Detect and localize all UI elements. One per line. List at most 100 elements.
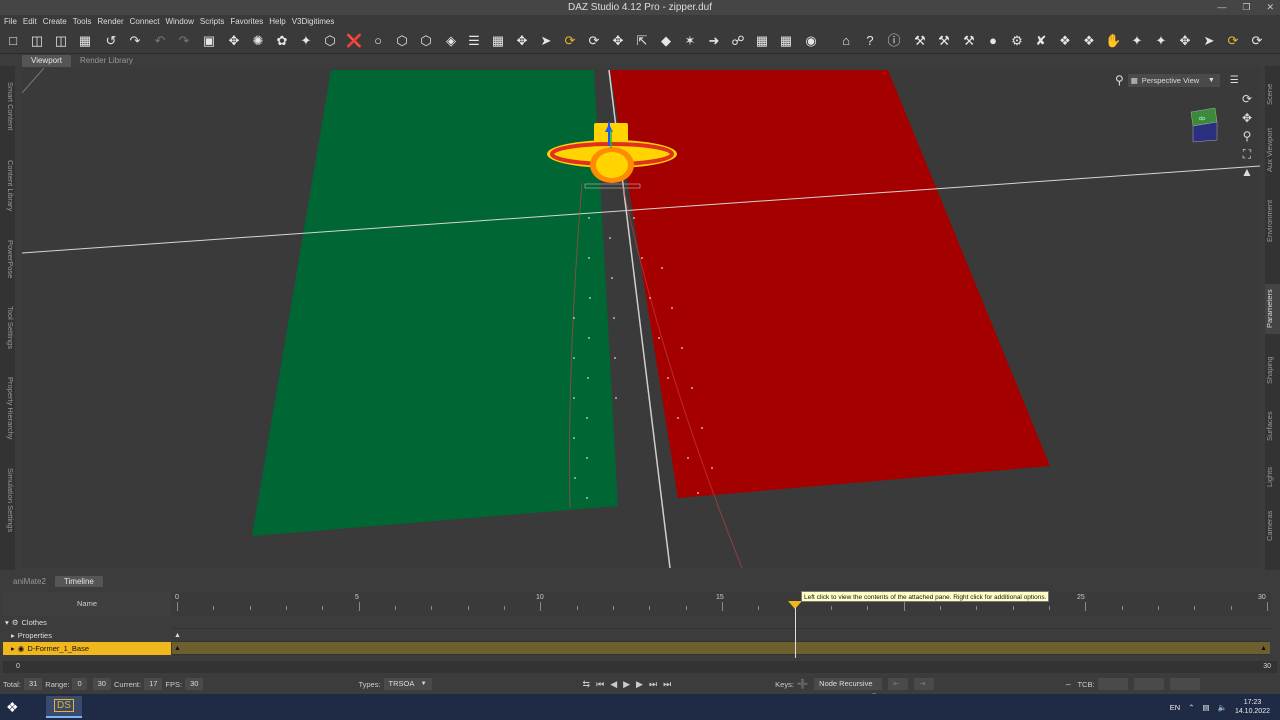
key-prev-icon[interactable]: ⇤ <box>888 678 909 690</box>
pose-tool-icon[interactable]: ✶ <box>682 33 698 49</box>
track-clothes[interactable] <box>172 616 1270 629</box>
3d-viewport[interactable] <box>22 68 1260 568</box>
last-frame-icon[interactable]: ⏭ <box>649 679 657 690</box>
joint-editor-icon[interactable]: ✺ <box>250 33 266 49</box>
dock-tab-cameras[interactable]: Cameras <box>1265 506 1280 546</box>
open-file-icon[interactable]: ◫ <box>29 33 45 49</box>
prev-frame-icon[interactable]: ◀ <box>610 679 617 690</box>
tab-render-library[interactable]: Render Library <box>71 55 142 67</box>
surface-selection-icon[interactable]: ○ <box>370 33 386 49</box>
extra-rotate-icon[interactable]: ⟳ <box>1249 33 1265 49</box>
extra-pointer-icon[interactable]: ➤ <box>1201 33 1217 49</box>
node-mode-select[interactable]: Node Recursive ▼ <box>814 678 883 699</box>
save-icon[interactable]: ▦ <box>77 33 93 49</box>
minimize-button[interactable]: — <box>1217 0 1226 15</box>
home-icon[interactable]: ⌂ <box>838 33 854 49</box>
menu-connect[interactable]: Connect <box>130 15 160 28</box>
tab-animate2[interactable]: aniMate2 <box>4 576 55 587</box>
menu-create[interactable]: Create <box>43 15 67 28</box>
pan-icon[interactable]: ✥ <box>1240 111 1254 125</box>
dock-tab-powerpose[interactable]: PowerPose <box>0 236 15 282</box>
dock-tab-aux-viewport[interactable]: Aux Viewport <box>1265 124 1280 176</box>
frame-icon[interactable]: ⛶ <box>1240 147 1254 161</box>
whats-this-icon[interactable]: ? <box>862 33 878 49</box>
timeline-tracks[interactable]: ▲ ▲ ▲ <box>172 616 1270 656</box>
dock-tab-smart-content[interactable]: Smart Content <box>0 76 15 136</box>
new-file-icon[interactable]: □ <box>5 33 21 49</box>
track-dformer[interactable]: ▲ ▲ <box>172 642 1270 655</box>
add-key-icon[interactable]: ➕ <box>797 679 808 690</box>
merge-file-icon[interactable]: ◫ <box>53 33 69 49</box>
menu-scripts[interactable]: Scripts <box>200 15 224 28</box>
spot-render-icon[interactable]: ❌ <box>346 33 362 49</box>
node-weight-brush-icon[interactable]: ✿ <box>274 33 290 49</box>
menu-help[interactable]: Help <box>269 15 285 28</box>
tray-chevron-icon[interactable]: ⌃ <box>1188 703 1194 712</box>
fps-field[interactable]: 30 <box>185 678 204 690</box>
tab-timeline[interactable]: Timeline <box>54 576 103 587</box>
keyframe-icon[interactable]: ▲ <box>174 645 181 652</box>
dock-tab-environment[interactable]: Environment <box>1265 194 1280 248</box>
dock-tab-surfaces[interactable]: Surfaces <box>1265 406 1280 446</box>
menu-file[interactable]: File <box>4 15 17 28</box>
play-icon[interactable]: ▶ <box>623 679 630 690</box>
dock-tab-property-hierarchy[interactable]: Property Hierarchy <box>0 372 15 444</box>
dock-tab-lights[interactable]: Lights <box>1265 462 1280 492</box>
rotate-gold-icon[interactable]: ⟳ <box>562 33 578 49</box>
magnifier-icon[interactable]: ⚲ <box>1115 73 1124 87</box>
dock-tab-parameters[interactable]: Parameters <box>1265 284 1280 334</box>
taskbar-daz-app[interactable]: DS <box>46 696 82 718</box>
dock-tab-scene[interactable]: Scene <box>1265 78 1280 110</box>
dock-tab-simulation-settings[interactable]: Simulation Settings <box>0 464 15 536</box>
expander-icon[interactable]: ▾ <box>5 616 9 629</box>
types-select[interactable]: TRSOA ▼ <box>383 678 432 690</box>
geometry-editor-icon[interactable]: ✦ <box>298 33 314 49</box>
menu-v3digitimes[interactable]: V3Digitimes <box>292 15 335 28</box>
universal-tool-icon[interactable]: ✥ <box>514 33 530 49</box>
list-icon[interactable]: ▦ <box>490 33 506 49</box>
menu-render[interactable]: Render <box>97 15 123 28</box>
next-frame-icon[interactable]: ▶ <box>636 679 643 690</box>
loop-icon[interactable]: ⇆ <box>583 679 591 690</box>
menu-window[interactable]: Window <box>165 15 193 28</box>
zoom-icon[interactable]: ⚲ <box>1240 129 1254 143</box>
geometry-sculptor-icon[interactable]: ⬡ <box>394 33 410 49</box>
pointer-icon[interactable]: ➤ <box>538 33 554 49</box>
viewport-menu-icon[interactable]: ☰ <box>1230 75 1239 86</box>
translate-icon[interactable]: ✥ <box>610 33 626 49</box>
tree-row-properties[interactable]: ▸ Properties <box>3 629 171 642</box>
active-pose-icon[interactable]: ◆ <box>658 33 674 49</box>
key-next-icon[interactable]: ⇥ <box>914 678 935 690</box>
help-icon[interactable]: ⓘ <box>886 33 902 49</box>
reset-view-icon[interactable]: ▲ <box>1240 165 1254 179</box>
export-icon[interactable]: ↷ <box>127 33 143 49</box>
node-selection-icon[interactable]: ▣ <box>201 33 217 49</box>
expander-icon[interactable]: ▸ <box>11 629 15 642</box>
range-from-field[interactable]: 0 <box>72 678 87 690</box>
menu-favorites[interactable]: Favorites <box>230 15 263 28</box>
extra-tool-4-icon[interactable]: ● <box>985 33 1001 49</box>
track-properties[interactable]: ▲ <box>172 629 1270 642</box>
orbit-icon[interactable]: ⟳ <box>1240 92 1254 106</box>
extra-tool-1-icon[interactable]: ⚒ <box>912 33 928 49</box>
extra-tool-3-icon[interactable]: ⚒ <box>961 33 977 49</box>
camera-select[interactable]: ▦ Perspective View ▼ <box>1127 73 1220 87</box>
tcb-tension-field[interactable] <box>1097 678 1128 690</box>
hand-icon[interactable]: ✋ <box>1105 33 1121 49</box>
extra-tool-7-icon[interactable]: ❖ <box>1057 33 1073 49</box>
scale-icon[interactable]: ⇱ <box>634 33 650 49</box>
close-button[interactable]: ✕ <box>1266 0 1274 15</box>
restore-button[interactable]: ❐ <box>1242 0 1250 15</box>
volume-icon[interactable]: 🔈 <box>1218 703 1227 712</box>
extra-tool-11-icon[interactable]: ✥ <box>1177 33 1193 49</box>
dock-tab-tool-settings[interactable]: Tool Settings <box>0 302 15 352</box>
navigation-cube[interactable]: dᴉᴐ <box>1189 106 1219 144</box>
extra-rotate-gold-icon[interactable]: ⟳ <box>1225 33 1241 49</box>
first-frame-icon[interactable]: ⏮ <box>596 679 604 690</box>
clock[interactable]: 17:23 14.10.2022 <box>1235 698 1270 716</box>
camera-settings-icon[interactable]: ▦ <box>754 33 770 49</box>
keyframe-icon[interactable]: ▲ <box>1260 645 1267 652</box>
dock-tab-content-library[interactable]: Content Library <box>0 154 15 218</box>
weight-map-icon[interactable]: ⬡ <box>418 33 434 49</box>
import-icon[interactable]: ↺ <box>103 33 119 49</box>
